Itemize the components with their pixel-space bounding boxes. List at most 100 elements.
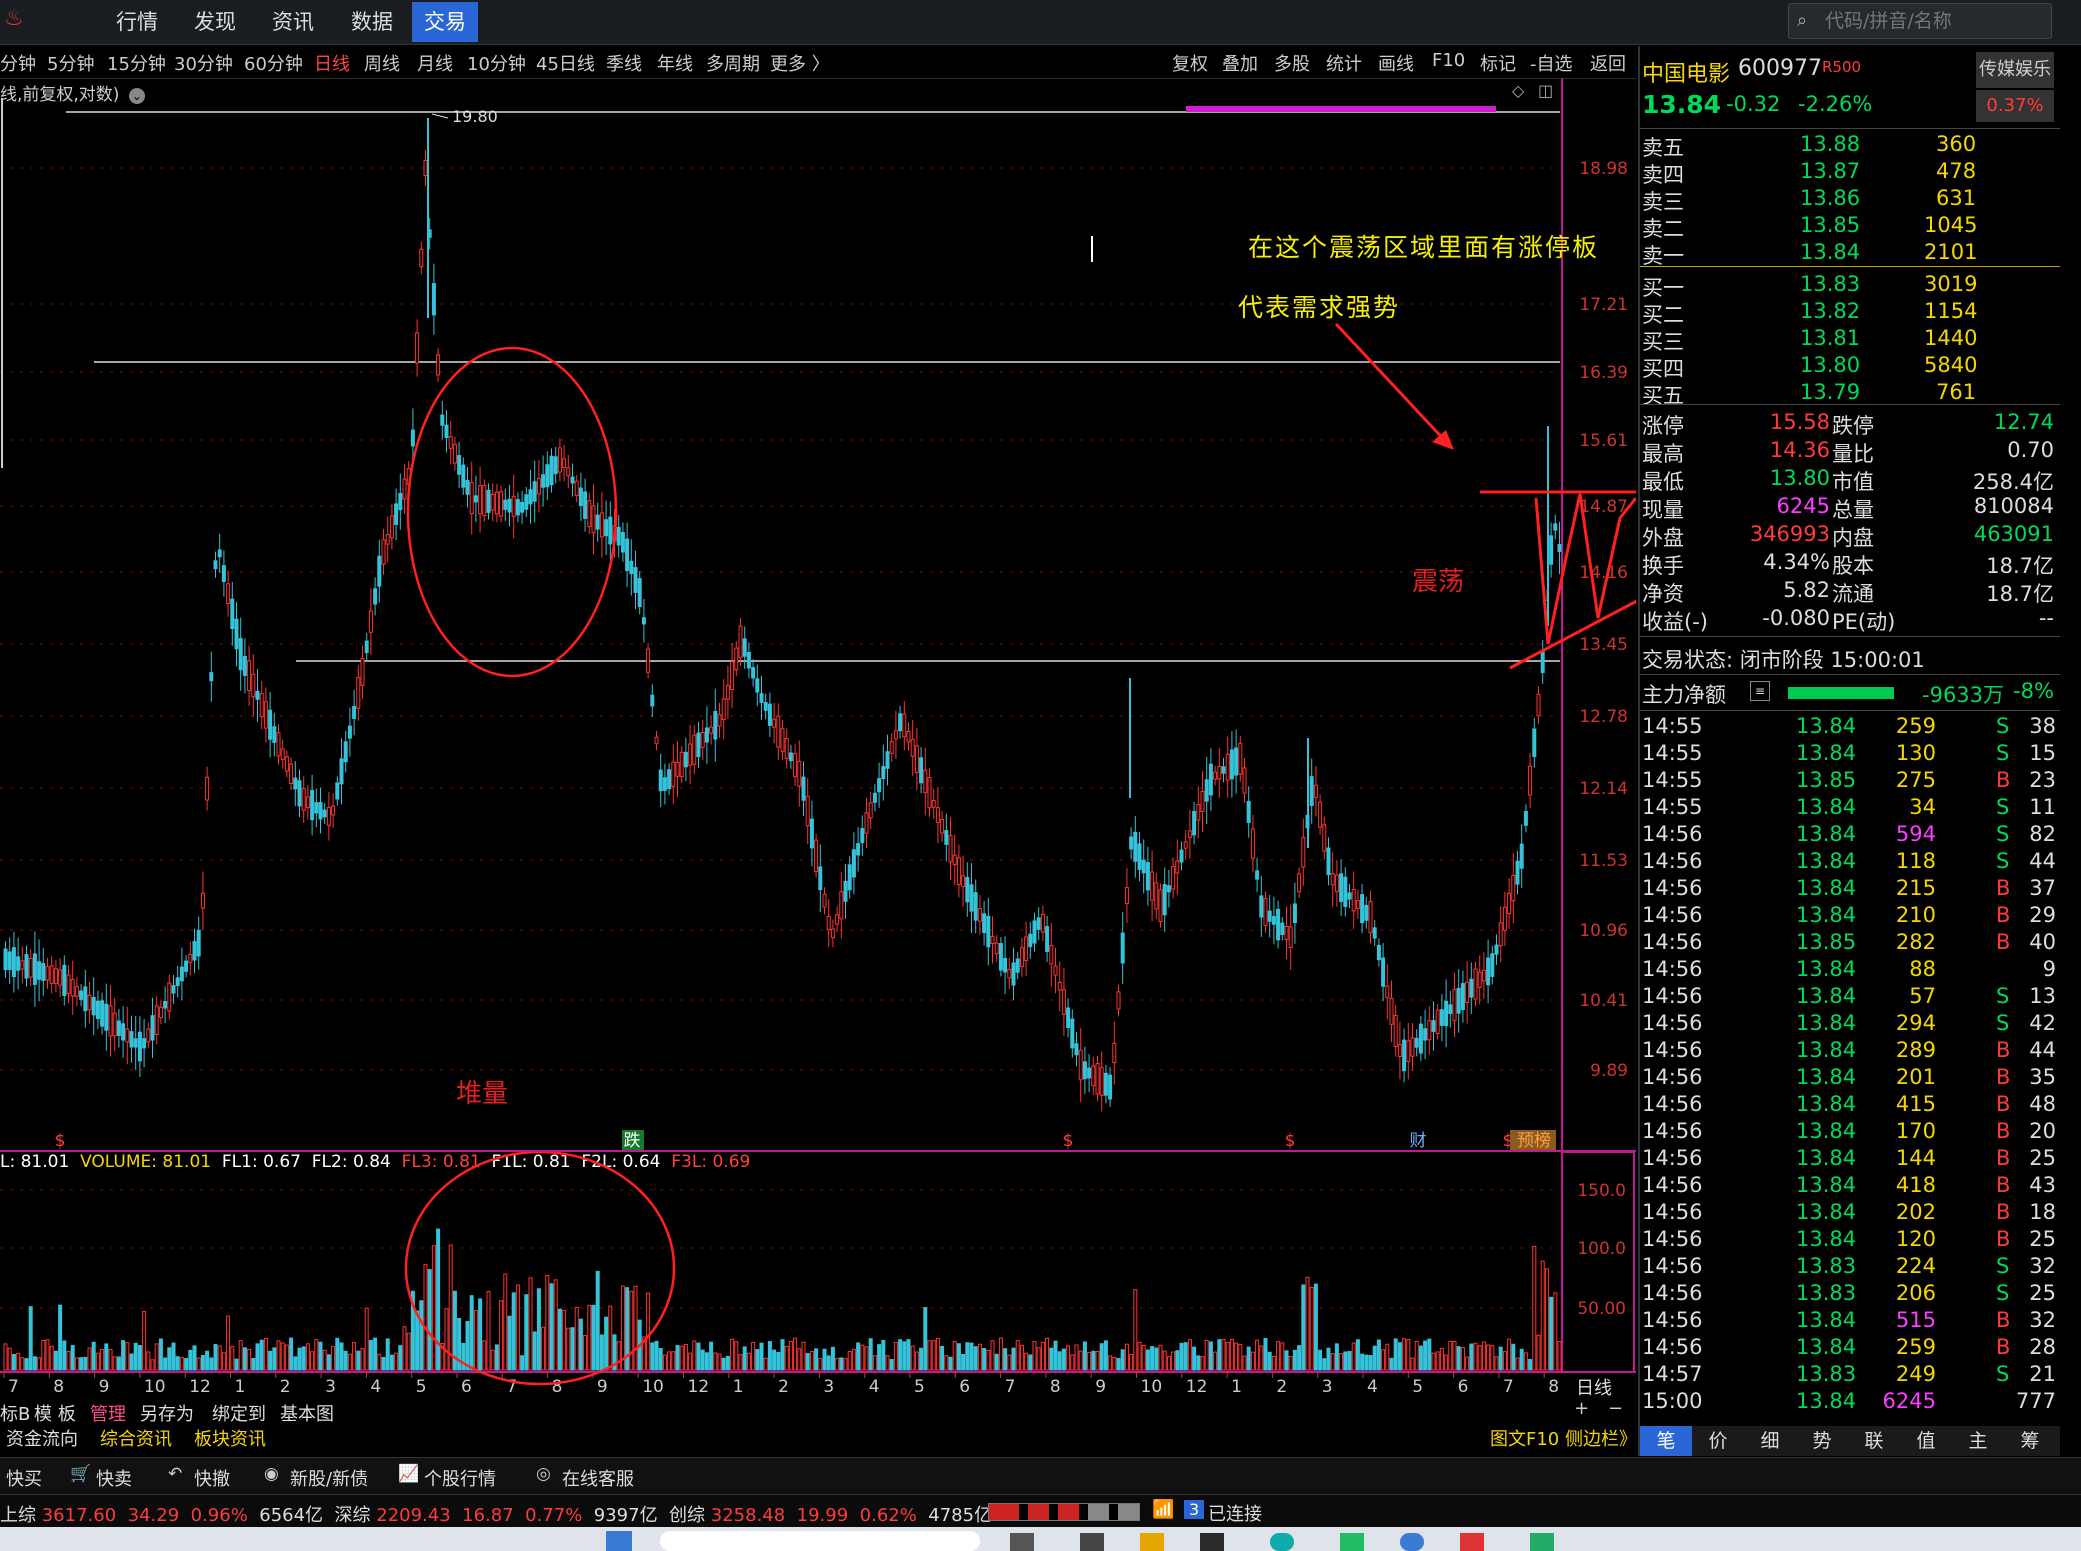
taskbar-browser-icon[interactable] <box>1400 1533 1424 1551</box>
bottom-tab-3[interactable]: 另存为 <box>140 1400 194 1426</box>
period-11[interactable]: 年线 <box>657 50 693 76</box>
period-13[interactable]: 更多 〉 <box>770 50 830 76</box>
period-5[interactable]: 日线 <box>314 50 350 76</box>
panel-tab-3[interactable]: 势 <box>1796 1426 1848 1456</box>
diamond-icon[interactable]: ◇ <box>1512 81 1525 100</box>
connection-status[interactable]: 已连接 <box>1208 1500 1262 1526</box>
quick-0[interactable]: 快买 <box>6 1465 42 1491</box>
menu-item-1[interactable]: 发现 <box>182 2 248 42</box>
taskbar-browser-icon[interactable] <box>1270 1533 1294 1551</box>
menu-item-3[interactable]: 数据 <box>339 2 405 42</box>
chart-tool-5[interactable]: F10 <box>1432 50 1465 71</box>
period-9[interactable]: 45日线 <box>536 50 595 76</box>
search-box[interactable]: ⌕ <box>1788 3 2052 39</box>
f10-sidebar-link[interactable]: 图文F10 侧边栏》 <box>1490 1425 1637 1451</box>
candle-body <box>154 1005 159 1035</box>
panel-tab-1[interactable]: 价 <box>1692 1426 1744 1456</box>
bottom-tab-0[interactable]: 标B <box>0 1400 30 1426</box>
info-link-2[interactable]: 板块资讯 <box>194 1425 266 1451</box>
event-marker[interactable]: $ <box>1063 1131 1074 1151</box>
zoom-out-icon[interactable]: − <box>1608 1398 1623 1419</box>
taskbar-app-icon[interactable] <box>1530 1533 1554 1551</box>
bottom-tab-5[interactable]: 基本图 <box>280 1400 334 1426</box>
volume-bar <box>948 1356 953 1371</box>
order-level-row[interactable]: 买一 13.83 3019 <box>1640 272 2060 300</box>
quick-1[interactable]: 快卖 <box>96 1465 132 1491</box>
event-marker[interactable]: 预榜 <box>1517 1131 1551 1151</box>
candle-body <box>532 481 537 502</box>
taskbar-folder-icon[interactable] <box>1140 1533 1164 1551</box>
bottom-tab-2[interactable]: 管理 <box>90 1400 126 1426</box>
period-4[interactable]: 60分钟 <box>244 50 303 76</box>
chart-tool-6[interactable]: 标记 <box>1480 50 1516 76</box>
panel-tab-2[interactable]: 细 <box>1744 1426 1796 1456</box>
taskbar-search-box[interactable] <box>660 1531 980 1551</box>
panel-tab-5[interactable]: 值 <box>1900 1426 1952 1456</box>
event-marker[interactable]: $ <box>55 1131 66 1151</box>
order-level-row[interactable]: 卖四 13.87 478 <box>1640 159 2060 187</box>
chart-tool-1[interactable]: 叠加 <box>1222 50 1258 76</box>
menu-item-0[interactable]: 行情 <box>104 2 170 42</box>
chart-tool-8[interactable]: 返回 <box>1590 50 1626 76</box>
quick-4[interactable]: 个股行情 <box>424 1465 496 1491</box>
menu-item-2[interactable]: 资讯 <box>260 2 326 42</box>
event-marker[interactable]: 财 <box>1410 1131 1427 1151</box>
menu-item-4[interactable]: 交易 <box>412 2 478 42</box>
period-12[interactable]: 多周期 <box>706 50 760 76</box>
chart-tool-7[interactable]: -自选 <box>1530 50 1573 76</box>
quick-3[interactable]: 新股/新债 <box>290 1465 368 1491</box>
quick-2[interactable]: 快撤 <box>194 1465 230 1491</box>
volume-bar <box>133 1342 138 1371</box>
event-marker[interactable]: $ <box>1285 1131 1296 1151</box>
taskbar-app-icon[interactable] <box>1010 1533 1034 1551</box>
panel-tab-6[interactable]: 主 <box>1952 1426 2004 1456</box>
volume-period-label[interactable]: 日线 <box>1576 1378 1612 1398</box>
sector-button[interactable]: 传媒娱乐 <box>1976 52 2054 88</box>
period-2[interactable]: 15分钟 <box>107 50 166 76</box>
order-level-row[interactable]: 卖一 13.84 2101 <box>1640 240 2060 268</box>
candle-body <box>352 706 357 720</box>
zoom-in-icon[interactable]: + <box>1574 1398 1589 1419</box>
period-8[interactable]: 10分钟 <box>467 50 526 76</box>
list-icon[interactable]: ≡ <box>1750 681 1770 701</box>
panel-tab-7[interactable]: 筹 <box>2004 1426 2056 1456</box>
taskbar-app-icon[interactable] <box>1200 1533 1224 1551</box>
period-1[interactable]: 5分钟 <box>47 50 94 76</box>
panel-toggle-icon[interactable]: ◫ <box>1538 81 1553 100</box>
order-level-row[interactable]: 买三 13.81 1440 <box>1640 326 2060 354</box>
windows-start-icon[interactable] <box>606 1531 632 1551</box>
date-label: 4 <box>1367 1377 1378 1397</box>
volume-bar <box>788 1341 793 1371</box>
taskbar-app-icon[interactable] <box>1340 1533 1364 1551</box>
quick-5[interactable]: 在线客服 <box>562 1465 634 1491</box>
search-input[interactable] <box>1823 8 2047 34</box>
info-link-1[interactable]: 综合资讯 <box>100 1425 172 1451</box>
panel-tab-0[interactable]: 笔 <box>1640 1426 1692 1456</box>
price-chart[interactable]: ◇ ◫ 18.98 17.21 16.39 15.61 14.87 14.16 13.45 12… <box>0 78 1636 1152</box>
event-marker[interactable]: 跌 <box>624 1131 641 1151</box>
period-10[interactable]: 季线 <box>606 50 642 76</box>
chart-tool-0[interactable]: 复权 <box>1172 50 1208 76</box>
order-level-row[interactable]: 买二 13.82 1154 <box>1640 299 2060 327</box>
order-level-row[interactable]: 买五 13.79 761 <box>1640 380 2060 408</box>
panel-tab-4[interactable]: 联 <box>1848 1426 1900 1456</box>
order-level-row[interactable]: 卖五 13.88 360 <box>1640 132 2060 160</box>
volume-bar <box>385 1338 390 1371</box>
period-7[interactable]: 月线 <box>417 50 453 76</box>
order-level-row[interactable]: 卖二 13.85 1045 <box>1640 213 2060 241</box>
info-link-0[interactable]: 资金流向 <box>6 1425 78 1451</box>
candle-body <box>608 516 613 545</box>
volume-chart[interactable]: 150.0100.050.00 7 8 9 10 12 1 2 3 4 5 6 7 8 9 10 12 1 2 3 4… <box>0 1152 1636 1398</box>
period-3[interactable]: 30分钟 <box>174 50 233 76</box>
chart-tool-3[interactable]: 统计 <box>1326 50 1362 76</box>
chart-tool-4[interactable]: 画线 <box>1378 50 1414 76</box>
order-level-row[interactable]: 卖三 13.86 631 <box>1640 186 2060 214</box>
taskbar-app-icon[interactable] <box>1460 1533 1484 1551</box>
order-level-row[interactable]: 买四 13.80 5840 <box>1640 353 2060 381</box>
chart-tool-2[interactable]: 多股 <box>1274 50 1310 76</box>
bottom-tab-4[interactable]: 绑定到 <box>212 1400 266 1426</box>
taskbar-app-icon[interactable] <box>1080 1533 1104 1551</box>
bottom-tab-1[interactable]: 模 板 <box>34 1400 76 1426</box>
period-6[interactable]: 周线 <box>364 50 400 76</box>
period-0[interactable]: 分钟 <box>0 50 36 76</box>
